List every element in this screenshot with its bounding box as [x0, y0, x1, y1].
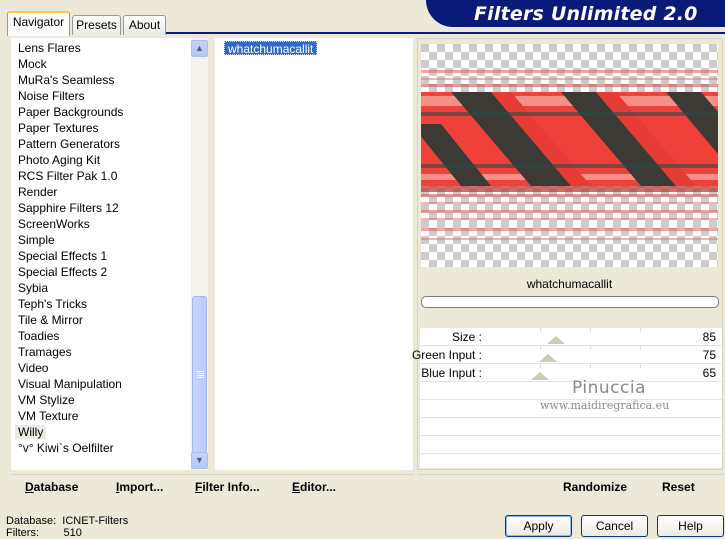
randomize-button[interactable]: Randomize — [563, 480, 627, 494]
editor-button-label: ditor... — [300, 480, 337, 494]
preview-filter-name: whatchumacallit — [526, 277, 613, 291]
tab-navigator[interactable]: Navigator — [7, 11, 70, 36]
parameter-table: Size : 85 Green Input : 75 Blue Input : 65 — [412, 328, 722, 468]
param-label: Size : — [451, 330, 482, 344]
param-label: Green Input : — [411, 348, 482, 362]
filter-item-selected[interactable]: whatchumacallit — [224, 41, 318, 56]
category-item[interactable]: Noise Filters — [18, 89, 85, 103]
category-item[interactable]: Pattern Generators — [18, 137, 120, 151]
category-scrollbar[interactable]: ▲ ▼ — [191, 38, 208, 470]
category-item[interactable]: Lens Flares — [18, 41, 81, 55]
reset-button[interactable]: Reset — [662, 480, 695, 494]
header-line — [166, 32, 725, 34]
progress-bar — [421, 296, 719, 308]
scroll-thumb[interactable] — [192, 296, 207, 453]
filter-list[interactable]: whatchumacallit — [215, 38, 413, 470]
category-item[interactable]: Teph's Tricks — [18, 297, 87, 311]
slider-tick — [590, 346, 591, 350]
param-value: 65 — [702, 366, 716, 380]
category-item[interactable]: Toadies — [18, 329, 59, 343]
status-filters-label: Filters: — [6, 527, 39, 539]
category-item[interactable]: Visual Manipulation — [18, 377, 122, 391]
slider-tick — [640, 328, 641, 332]
slider-tick — [640, 346, 641, 350]
category-item[interactable]: ScreenWorks — [18, 217, 90, 231]
slider-knob[interactable] — [531, 372, 549, 380]
database-button[interactable]: Database — [25, 480, 78, 494]
watermark-name: Pinuccia — [572, 378, 646, 398]
category-item[interactable]: MuRa's Seamless — [18, 73, 114, 87]
category-item[interactable]: Simple — [18, 233, 55, 247]
slider-knob[interactable] — [547, 336, 565, 344]
import-button[interactable]: Import... — [116, 480, 163, 494]
status-database: Database: ICNET-Filters — [6, 515, 128, 527]
slider-tick — [590, 328, 591, 332]
scroll-down-button[interactable]: ▼ — [191, 452, 208, 469]
param-value: 85 — [702, 330, 716, 344]
param-row[interactable]: Size : 85 — [420, 328, 722, 346]
param-label: Blue Input : — [421, 366, 482, 380]
param-row[interactable]: Blue Input : 65 — [420, 364, 722, 382]
category-item[interactable]: Tile & Mirror — [18, 313, 83, 327]
status-filters: Filters: 510 — [6, 527, 82, 539]
category-item[interactable]: Video — [18, 361, 48, 375]
slider-tick — [540, 346, 541, 350]
grip-icon — [197, 371, 204, 372]
param-row-empty — [420, 436, 722, 454]
status-database-label: Database: — [6, 515, 57, 527]
filter-info-button-label: ilter Info... — [202, 480, 260, 494]
import-button-label: mport... — [119, 480, 164, 494]
param-row-empty — [420, 454, 722, 472]
param-row-empty — [420, 418, 722, 436]
category-item[interactable]: Tramages — [18, 345, 72, 359]
category-item[interactable]: Paper Backgrounds — [18, 105, 123, 119]
slider-tick — [640, 364, 641, 368]
param-value: 75 — [702, 348, 716, 362]
slider-knob[interactable] — [539, 354, 557, 362]
database-button-label: atabase — [33, 480, 79, 494]
status-database-value: ICNET-Filters — [62, 515, 129, 527]
tab-presets[interactable]: Presets — [72, 15, 121, 35]
category-item[interactable]: Special Effects 2 — [18, 265, 107, 279]
slider-tick — [540, 328, 541, 332]
category-item[interactable]: °v° Kiwi`s Oelfilter — [18, 441, 114, 455]
category-item[interactable]: RCS Filter Pak 1.0 — [18, 169, 117, 183]
category-item[interactable]: Photo Aging Kit — [18, 153, 100, 167]
category-item[interactable]: Sybia — [18, 281, 48, 295]
category-item[interactable]: Render — [18, 185, 57, 199]
app-title: Filters Unlimited 2.0 — [474, 3, 698, 25]
category-item[interactable]: Willy — [15, 425, 47, 439]
database-mnemonic: D — [25, 480, 34, 494]
category-item[interactable]: VM Stylize — [18, 393, 75, 407]
param-row-empty — [420, 382, 722, 400]
preview-image — [421, 44, 718, 267]
tab-about[interactable]: About — [123, 15, 166, 35]
watermark-url: www.maidiregrafica.eu — [540, 399, 670, 412]
category-list[interactable]: Lens Flares Mock MuRa's Seamless Noise Filt… — [11, 38, 191, 470]
category-item[interactable]: Sapphire Filters 12 — [18, 201, 119, 215]
category-item[interactable]: VM Texture — [18, 409, 78, 423]
filter-info-button[interactable]: Filter Info... — [195, 480, 260, 494]
editor-button[interactable]: Editor... — [292, 480, 336, 494]
scroll-up-button[interactable]: ▲ — [191, 40, 208, 57]
category-item[interactable]: Paper Textures — [18, 121, 99, 135]
slider-tick — [590, 364, 591, 368]
status-filters-value: 510 — [63, 527, 82, 539]
param-row[interactable]: Green Input : 75 — [412, 346, 722, 364]
category-item[interactable]: Mock — [18, 57, 47, 71]
editor-mnemonic: E — [292, 480, 301, 494]
category-item[interactable]: Special Effects 1 — [18, 249, 107, 263]
slider-tick — [540, 364, 541, 368]
